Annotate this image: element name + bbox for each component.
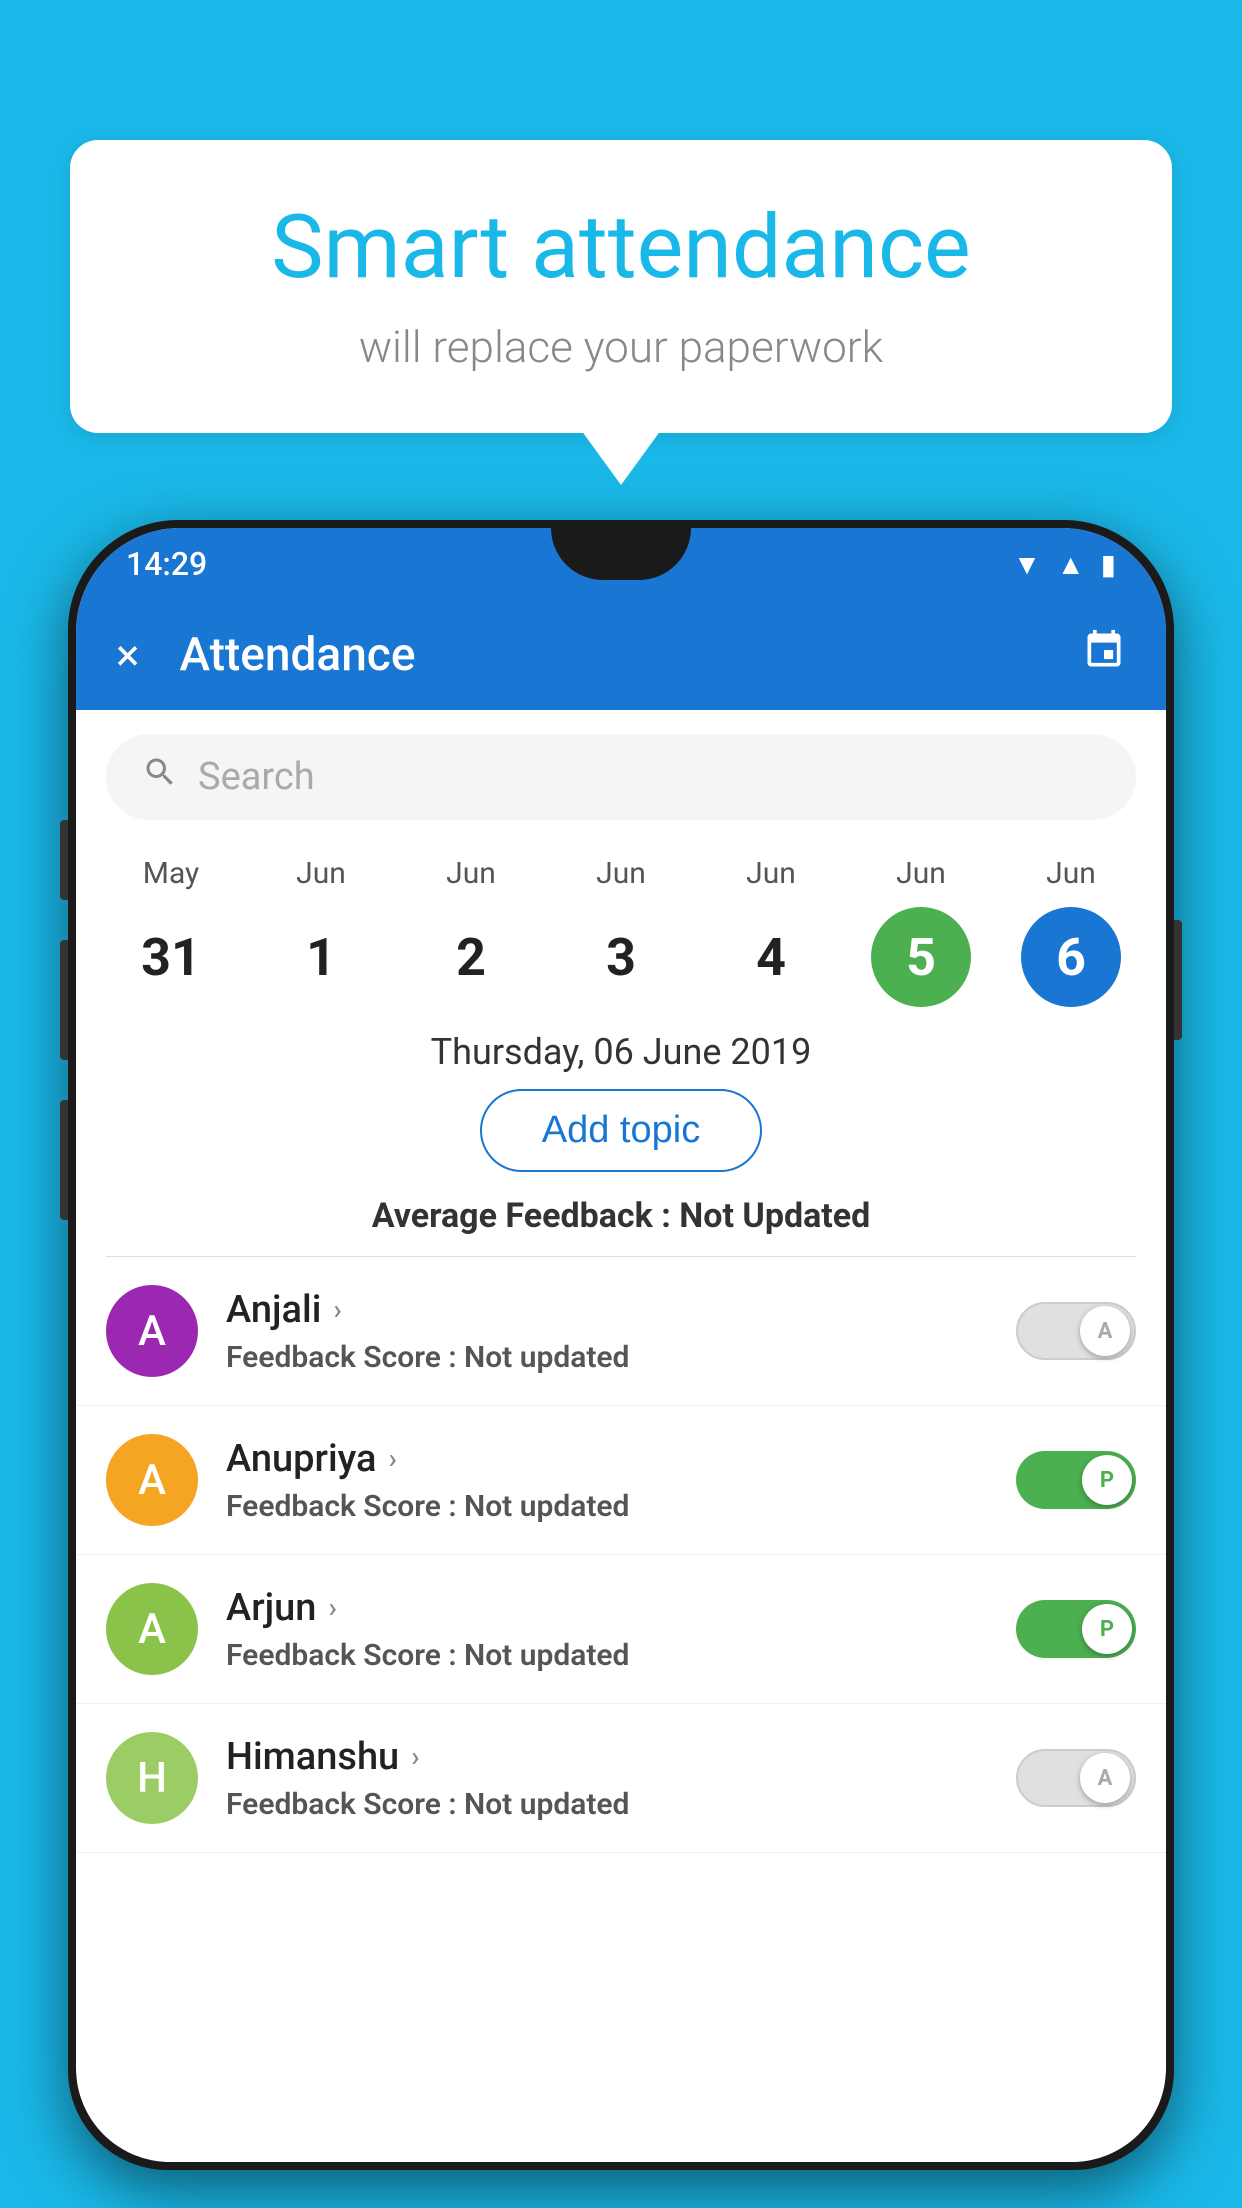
side-button-left-3 <box>60 1100 68 1220</box>
toggle-thumb-anupriya: P <box>1082 1455 1132 1505</box>
calendar-day-3[interactable]: Jun 3 <box>551 856 691 1007</box>
cal-month-4: Jun <box>746 856 796 891</box>
student-item-himanshu[interactable]: H Himanshu › Feedback Score : Not update… <box>76 1704 1166 1853</box>
speech-bubble: Smart attendance will replace your paper… <box>70 140 1172 433</box>
speech-bubble-container: Smart attendance will replace your paper… <box>70 140 1172 433</box>
cal-month-0: May <box>143 856 199 891</box>
student-info-anjali: Anjali › Feedback Score : Not updated <box>226 1288 988 1375</box>
cal-month-1: Jun <box>296 856 346 891</box>
toggle-thumb-anjali: A <box>1080 1306 1130 1356</box>
signal-icon: ▲ <box>1057 548 1085 581</box>
phone-inner: 14:29 ▼ ▲ ▮ × Attendance <box>76 528 1166 2162</box>
phone-container: 14:29 ▼ ▲ ▮ × Attendance <box>68 520 1174 2208</box>
wifi-icon: ▼ <box>1013 548 1041 581</box>
toggle-track-anjali: A <box>1016 1302 1136 1360</box>
toggle-track-anupriya: P <box>1016 1451 1136 1509</box>
toggle-track-himanshu: A <box>1016 1749 1136 1807</box>
notch <box>551 528 691 580</box>
student-info-anupriya: Anupriya › Feedback Score : Not updated <box>226 1437 988 1524</box>
calendar-day-1[interactable]: Jun 1 <box>251 856 391 1007</box>
chevron-icon-arjun: › <box>328 1591 336 1624</box>
student-item-anupriya[interactable]: A Anupriya › Feedback Score : Not update… <box>76 1406 1166 1555</box>
cal-date-6: 6 <box>1021 907 1121 1007</box>
phone-screen: 14:29 ▼ ▲ ▮ × Attendance <box>76 528 1166 2162</box>
cal-month-5: Jun <box>896 856 946 891</box>
cal-date-0: 31 <box>121 907 221 1007</box>
calendar-icon[interactable] <box>1082 628 1126 683</box>
chevron-icon-anjali: › <box>333 1293 341 1326</box>
student-info-himanshu: Himanshu › Feedback Score : Not updated <box>226 1735 988 1822</box>
side-button-left-2 <box>60 940 68 1060</box>
calendar-row: May 31 Jun 1 Jun 2 Jun 3 <box>76 836 1166 1007</box>
close-button[interactable]: × <box>116 629 139 681</box>
calendar-day-4[interactable]: Jun 4 <box>701 856 841 1007</box>
bubble-subtitle: will replace your paperwork <box>150 321 1092 373</box>
chevron-icon-himanshu: › <box>411 1740 419 1773</box>
attendance-toggle-himanshu[interactable]: A <box>1016 1749 1136 1807</box>
calendar-day-5[interactable]: Jun 5 <box>851 856 991 1007</box>
search-placeholder: Search <box>198 755 315 799</box>
attendance-toggle-anupriya[interactable]: P <box>1016 1451 1136 1509</box>
phone-outer: 14:29 ▼ ▲ ▮ × Attendance <box>68 520 1174 2170</box>
avatar-anjali: A <box>106 1285 198 1377</box>
app-bar-title: Attendance <box>179 628 1042 682</box>
calendar-day-0[interactable]: May 31 <box>101 856 241 1007</box>
side-button-right <box>1174 920 1182 1040</box>
calendar-day-2[interactable]: Jun 2 <box>401 856 541 1007</box>
cal-date-4: 4 <box>721 907 821 1007</box>
cal-date-3: 3 <box>571 907 671 1007</box>
student-name-anjali: Anjali › <box>226 1288 988 1332</box>
status-icons: ▼ ▲ ▮ <box>1013 548 1116 581</box>
student-name-himanshu: Himanshu › <box>226 1735 988 1779</box>
battery-icon: ▮ <box>1101 548 1116 581</box>
selected-date-label: Thursday, 06 June 2019 <box>76 1007 1166 1089</box>
feedback-prefix: Average Feedback : <box>372 1196 680 1236</box>
toggle-thumb-arjun: P <box>1082 1604 1132 1654</box>
student-name-arjun: Arjun › <box>226 1586 988 1630</box>
status-bar: 14:29 ▼ ▲ ▮ <box>76 528 1166 600</box>
toggle-track-arjun: P <box>1016 1600 1136 1658</box>
attendance-toggle-anjali[interactable]: A <box>1016 1302 1136 1360</box>
avatar-arjun: A <box>106 1583 198 1675</box>
student-feedback-anjali: Feedback Score : Not updated <box>226 1340 988 1375</box>
feedback-value: Not Updated <box>679 1196 870 1236</box>
cal-date-5: 5 <box>871 907 971 1007</box>
cal-month-3: Jun <box>596 856 646 891</box>
student-item-arjun[interactable]: A Arjun › Feedback Score : Not updated <box>76 1555 1166 1704</box>
search-bar[interactable]: Search <box>106 734 1136 820</box>
cal-month-2: Jun <box>446 856 496 891</box>
avatar-anupriya: A <box>106 1434 198 1526</box>
app-bar: × Attendance <box>76 600 1166 710</box>
cal-date-1: 1 <box>271 907 371 1007</box>
student-feedback-arjun: Feedback Score : Not updated <box>226 1638 988 1673</box>
student-feedback-anupriya: Feedback Score : Not updated <box>226 1489 988 1524</box>
search-icon <box>142 754 178 800</box>
add-topic-button[interactable]: Add topic <box>480 1089 762 1172</box>
toggle-thumb-himanshu: A <box>1080 1753 1130 1803</box>
chevron-icon-anupriya: › <box>388 1442 396 1475</box>
average-feedback-label: Average Feedback : Not Updated <box>76 1196 1166 1256</box>
student-list: A Anjali › Feedback Score : Not updated <box>76 1257 1166 1853</box>
cal-date-2: 2 <box>421 907 521 1007</box>
avatar-himanshu: H <box>106 1732 198 1824</box>
side-button-left-1 <box>60 820 68 900</box>
cal-month-6: Jun <box>1046 856 1096 891</box>
student-info-arjun: Arjun › Feedback Score : Not updated <box>226 1586 988 1673</box>
student-name-anupriya: Anupriya › <box>226 1437 988 1481</box>
attendance-toggle-arjun[interactable]: P <box>1016 1600 1136 1658</box>
calendar-day-6[interactable]: Jun 6 <box>1001 856 1141 1007</box>
student-item-anjali[interactable]: A Anjali › Feedback Score : Not updated <box>76 1257 1166 1406</box>
student-feedback-himanshu: Feedback Score : Not updated <box>226 1787 988 1822</box>
bubble-title: Smart attendance <box>150 200 1092 297</box>
status-time: 14:29 <box>126 545 207 583</box>
